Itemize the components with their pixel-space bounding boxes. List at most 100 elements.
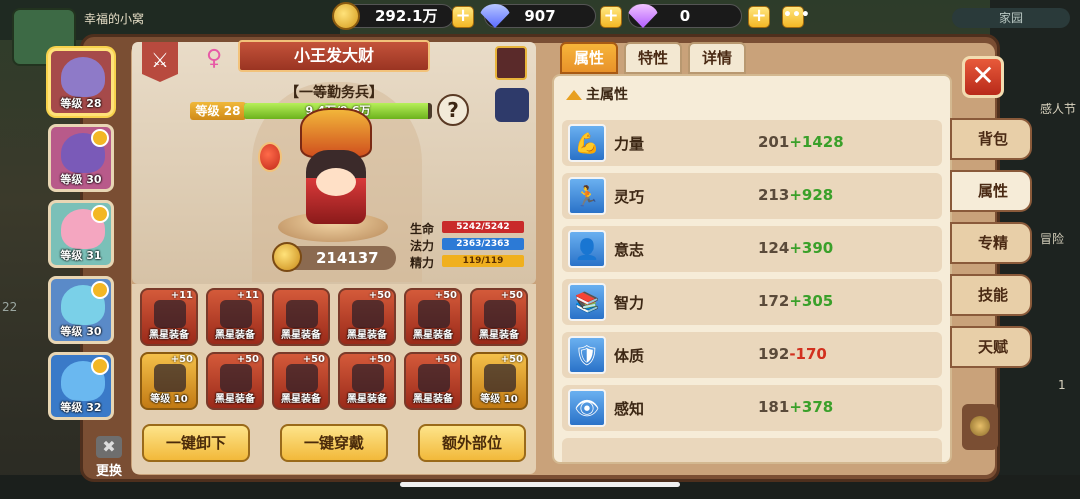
equipment-label: 黑星装备: [281, 330, 321, 341]
side-tab[interactable]: 属性: [950, 170, 1032, 212]
attribute-panel: 主属性 💪 力量 201+1428 🏃 灵巧 213+928 👤 意志 124+390 📚 智力 17…: [552, 74, 952, 464]
pet-slot-icon[interactable]: [495, 46, 527, 80]
attribute-base: 192: [758, 345, 790, 363]
gold-coin-icon: [332, 2, 360, 30]
extra-slots-button[interactable]: 额外部位: [418, 424, 526, 462]
attribute-row[interactable]: 👤 意志 124+390: [562, 226, 942, 272]
tab-details[interactable]: 详情: [688, 42, 746, 74]
stat-mp-label: 法力: [410, 239, 435, 253]
attribute-row[interactable]: 📚 智力 172+305: [562, 279, 942, 325]
side-tab[interactable]: 技能: [950, 274, 1032, 316]
equip-all-button[interactable]: 一键穿戴: [280, 424, 388, 462]
character-name[interactable]: 小王发大财: [238, 40, 430, 72]
equipment-label: 黑星装备: [149, 330, 189, 341]
hero-card[interactable]: 等级 32: [48, 352, 114, 420]
attribute-row[interactable]: 🏃 灵巧 213+928: [562, 173, 942, 219]
swap-hero-button[interactable]: ✖ 更换: [92, 436, 126, 479]
equipment-label: 黑星装备: [347, 330, 387, 341]
equipment-slot[interactable]: +50 黑星装备: [272, 352, 330, 410]
attribute-name: 感知: [614, 400, 645, 418]
hero-card[interactable]: 等级 31: [48, 200, 114, 268]
equipment-item-icon: [352, 364, 384, 392]
window-knob: [962, 404, 998, 450]
tab-traits[interactable]: 特性: [624, 42, 682, 74]
equipment-slot[interactable]: +50 黑星装备: [404, 288, 462, 346]
attribute-bonus: +305: [789, 292, 834, 310]
stat-energy-value: 119/119: [442, 255, 524, 267]
hero-badge-icon: [91, 205, 109, 223]
side-tab[interactable]: 天赋: [950, 326, 1032, 368]
equipment-item-icon: [286, 300, 318, 328]
attribute-name: 智力: [614, 294, 645, 312]
stat-mp-value: 2363/2363: [442, 238, 524, 250]
equipment-slot[interactable]: +50 黑星装备: [206, 352, 264, 410]
attribute-name: 灵巧: [614, 188, 645, 206]
tab-attributes[interactable]: 属性: [560, 42, 618, 74]
equipment-slot[interactable]: +50 黑星装备: [470, 288, 528, 346]
power-icon: [272, 242, 302, 272]
side-tab[interactable]: 专精: [950, 222, 1032, 264]
equipment-slot[interactable]: +50 等级 10: [470, 352, 528, 410]
attribute-value: 213+928: [758, 186, 833, 204]
attribute-row[interactable]: 🛡 体质 192-170: [562, 332, 942, 378]
add-gold-button[interactable]: +: [452, 6, 474, 28]
side-tab[interactable]: 背包: [950, 118, 1032, 160]
attribute-base: 201: [758, 133, 790, 151]
add-purple-gem-button[interactable]: +: [748, 6, 770, 28]
attribute-name: 意志: [614, 241, 645, 259]
hero-level: 等级 30: [60, 325, 102, 338]
unequip-all-button[interactable]: 一键卸下: [142, 424, 250, 462]
equipment-slot[interactable]: +50 等级 10: [140, 352, 198, 410]
equipment-label: 黑星装备: [413, 394, 453, 405]
stat-mp: 法力 2363/2363: [410, 237, 524, 253]
equipment-slot[interactable]: +11 黑星装备: [206, 288, 264, 346]
equipment-slot[interactable]: +50 黑星装备: [338, 288, 396, 346]
armor-icon[interactable]: [495, 88, 529, 122]
hero-card[interactable]: 等级 30: [48, 276, 114, 344]
equipment-item-icon: [154, 364, 186, 392]
equipment-label: 黑星装备: [479, 330, 519, 341]
equipment-label: 黑星装备: [413, 330, 453, 341]
equipment-slot[interactable]: 黑星装备: [272, 288, 330, 346]
enhance-level: +11: [170, 290, 193, 301]
attribute-icon: 🏃: [568, 177, 606, 215]
hero-card[interactable]: 等级 28: [48, 48, 114, 116]
bg-text-count: 1: [1058, 378, 1066, 392]
attribute-bonus: -170: [789, 345, 827, 363]
add-diamond-button[interactable]: +: [600, 6, 622, 28]
attribute-icon: 💪: [568, 124, 606, 162]
stat-energy: 精力 119/119: [410, 254, 524, 270]
attribute-bonus: +390: [789, 239, 834, 257]
attribute-value: 181+378: [758, 398, 833, 416]
hero-portrait: [61, 57, 105, 97]
home-button[interactable]: 家园: [952, 8, 1070, 28]
equipment-item-icon: [220, 300, 252, 328]
hero-level: 等级 30: [60, 173, 102, 186]
equipment-slot[interactable]: +11 黑星装备: [140, 288, 198, 346]
attribute-row-partial: [562, 438, 942, 462]
hero-badge-icon: [91, 281, 109, 299]
attribute-icon: 📚: [568, 283, 606, 321]
attribute-name: 体质: [614, 347, 645, 365]
character-title: 【一等勤务兵】: [285, 85, 383, 101]
attribute-row[interactable]: 👁 感知 181+378: [562, 385, 942, 431]
stat-hp: 生命 5242/5242: [410, 220, 524, 236]
attribute-value: 201+1428: [758, 133, 844, 151]
equipment-item-icon: [418, 364, 450, 392]
enhance-level: +50: [368, 290, 391, 301]
equipment-label: 黑星装备: [215, 394, 255, 405]
enhance-level: +50: [302, 354, 325, 365]
attribute-row[interactable]: 💪 力量 201+1428: [562, 120, 942, 166]
bg-text-event: 感人节: [1040, 102, 1077, 116]
hero-card[interactable]: 等级 30: [48, 124, 114, 192]
attribute-value: 124+390: [758, 239, 833, 257]
equipment-slot[interactable]: +50 黑星装备: [404, 352, 462, 410]
more-menu-button[interactable]: •••: [782, 6, 810, 28]
help-button[interactable]: ?: [437, 94, 469, 126]
equipment-item-icon: [418, 300, 450, 328]
equipment-slot[interactable]: +50 黑星装备: [338, 352, 396, 410]
attribute-base: 213: [758, 186, 790, 204]
class-emblem-icon[interactable]: ⚔: [142, 42, 178, 82]
attribute-base: 124: [758, 239, 790, 257]
close-button[interactable]: ✕: [962, 56, 1004, 98]
